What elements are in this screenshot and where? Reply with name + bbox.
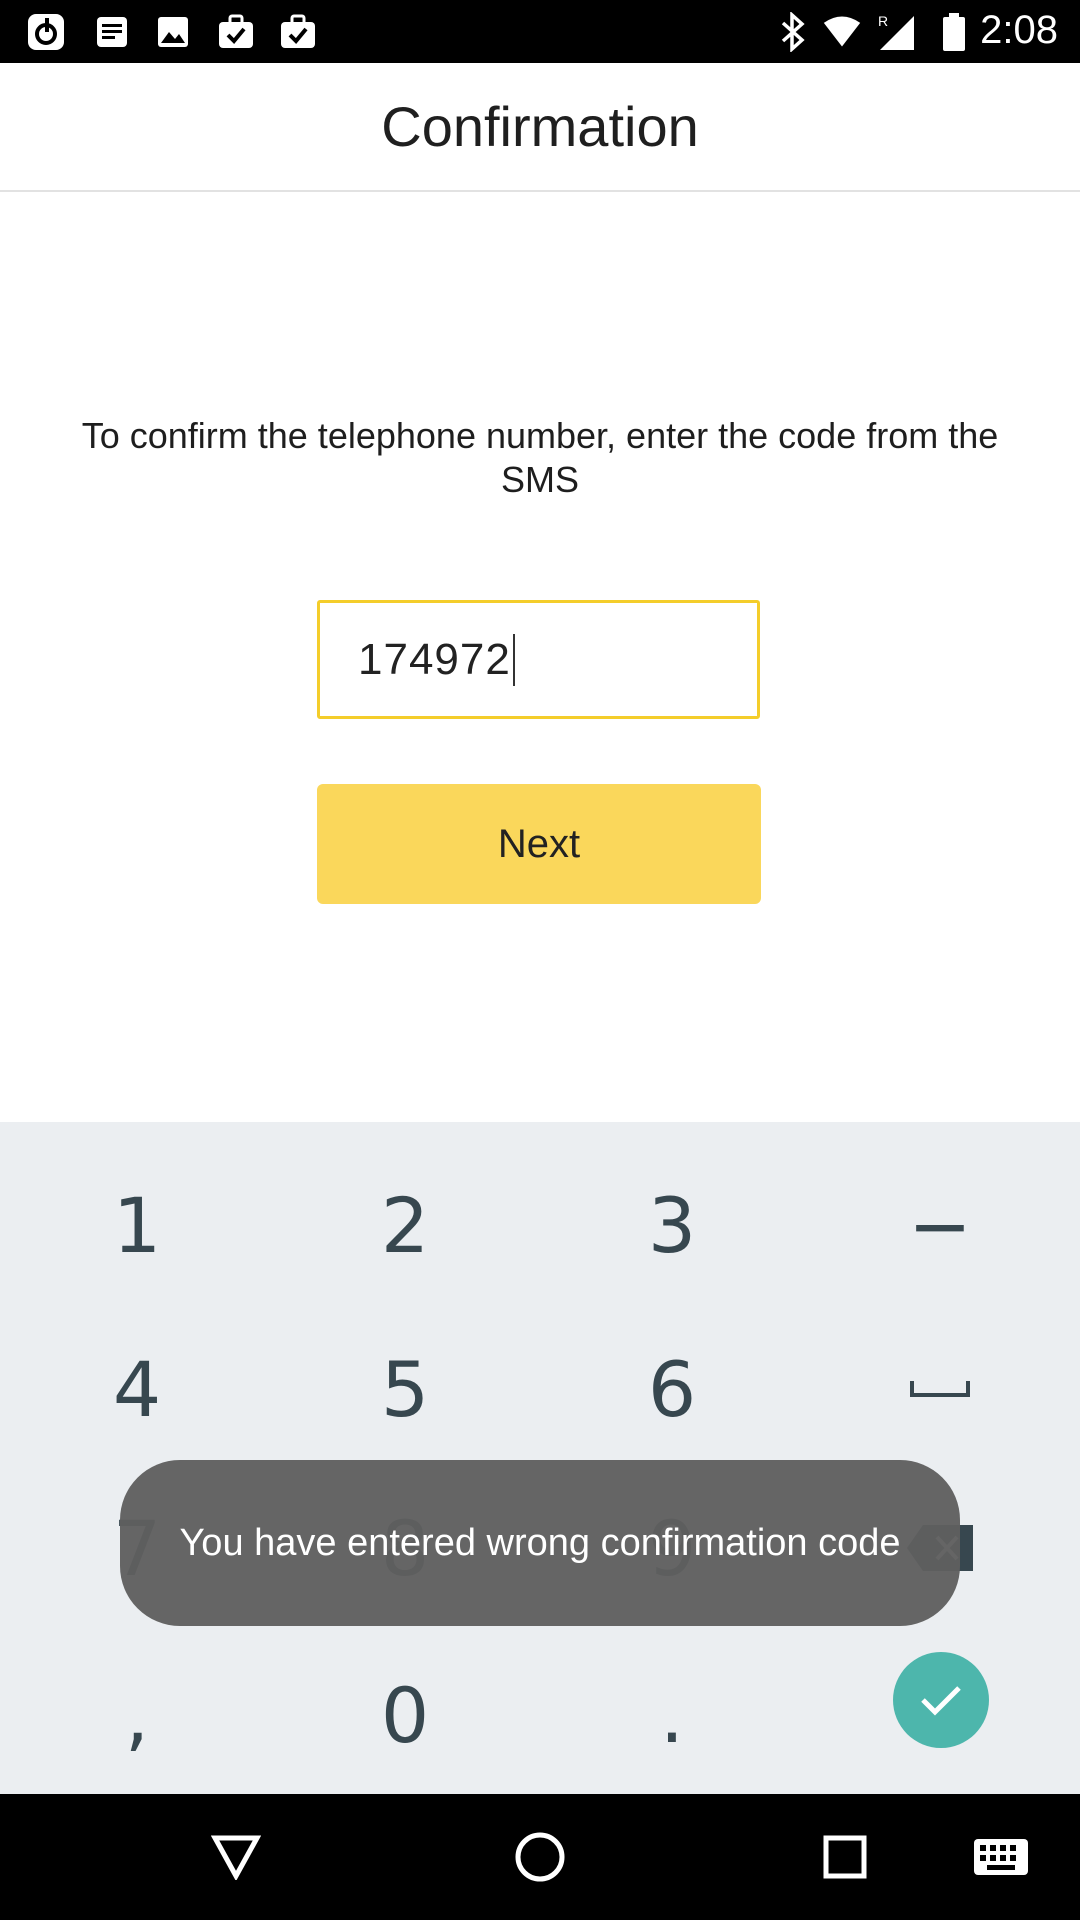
status-time: 2:08 — [980, 8, 1058, 52]
check-icon — [921, 1686, 961, 1716]
signal-roaming-icon: R — [876, 12, 916, 52]
code-value: 174972 — [358, 634, 511, 684]
recents-icon[interactable] — [810, 1822, 880, 1892]
briefcase-check-icon — [278, 12, 318, 52]
wifi-icon — [822, 12, 862, 52]
home-icon[interactable] — [505, 1822, 575, 1892]
notes-icon — [92, 12, 132, 52]
key-0[interactable]: 0 — [305, 1640, 505, 1790]
back-icon[interactable] — [201, 1822, 271, 1892]
key-minus[interactable]: − — [840, 1150, 1040, 1300]
confirmation-code-input[interactable]: 174972 — [317, 600, 760, 719]
page-title: Confirmation — [381, 95, 699, 158]
music-app-icon — [26, 12, 66, 52]
key-period[interactable]: . — [572, 1640, 772, 1790]
navigation-bar — [0, 1794, 1080, 1920]
app-bar: Confirmation — [0, 63, 1080, 192]
key-2[interactable]: 2 — [305, 1150, 505, 1300]
text-caret — [512, 633, 515, 686]
image-icon — [153, 12, 193, 52]
instruction-text: To confirm the telephone number, enter t… — [81, 415, 999, 500]
done-check-button[interactable] — [893, 1652, 989, 1748]
key-4[interactable]: 4 — [37, 1314, 237, 1464]
key-6[interactable]: 6 — [572, 1314, 772, 1464]
next-button[interactable]: Next — [317, 784, 761, 904]
key-5[interactable]: 5 — [305, 1314, 505, 1464]
key-3[interactable]: 3 — [572, 1150, 772, 1300]
status-bar: R 2:08 — [0, 0, 1080, 63]
briefcase-check-icon — [216, 12, 256, 52]
svg-text:R: R — [878, 13, 888, 29]
space-key-icon[interactable] — [840, 1314, 1040, 1464]
error-toast: You have entered wrong confirmation code — [120, 1460, 960, 1626]
keyboard-switch-icon[interactable] — [966, 1822, 1036, 1892]
key-1[interactable]: 1 — [37, 1150, 237, 1300]
key-comma[interactable]: , — [37, 1640, 237, 1790]
bluetooth-icon — [773, 12, 813, 52]
battery-icon — [934, 12, 974, 52]
